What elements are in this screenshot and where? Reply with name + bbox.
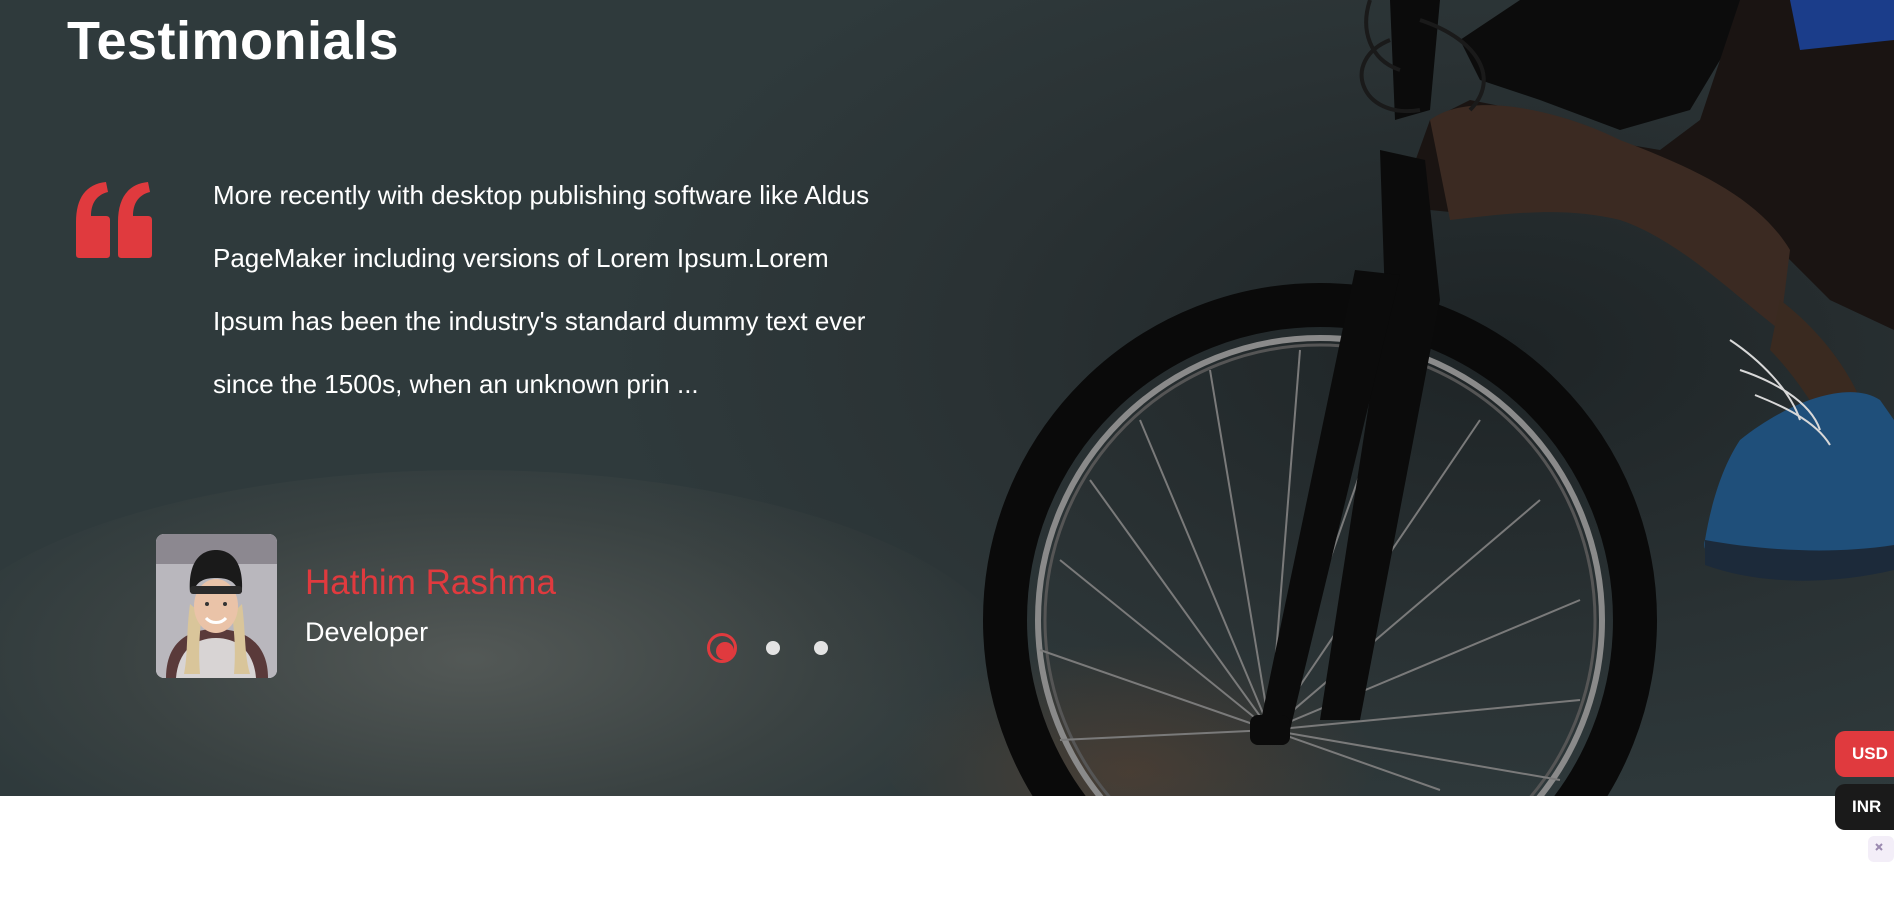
quote-mark-icon — [76, 182, 152, 258]
testimonials-section: Testimonials More recently with desktop … — [0, 0, 1894, 796]
section-title: Testimonials — [67, 11, 400, 71]
carousel-dot-2[interactable] — [766, 641, 780, 655]
author-role: Developer — [305, 617, 429, 647]
currency-inr-button[interactable]: INR — [1835, 784, 1894, 830]
carousel-dot-3[interactable] — [814, 641, 828, 655]
carousel-pagination — [707, 632, 847, 668]
currency-usd-button[interactable]: USD — [1835, 731, 1894, 777]
testimonial-quote: More recently with desktop publishing so… — [213, 180, 870, 399]
widget-icon[interactable] — [1864, 834, 1894, 864]
author-avatar — [156, 534, 277, 678]
author-name: Hathim Rashma — [305, 563, 556, 602]
carousel-dot-1[interactable] — [707, 633, 737, 663]
